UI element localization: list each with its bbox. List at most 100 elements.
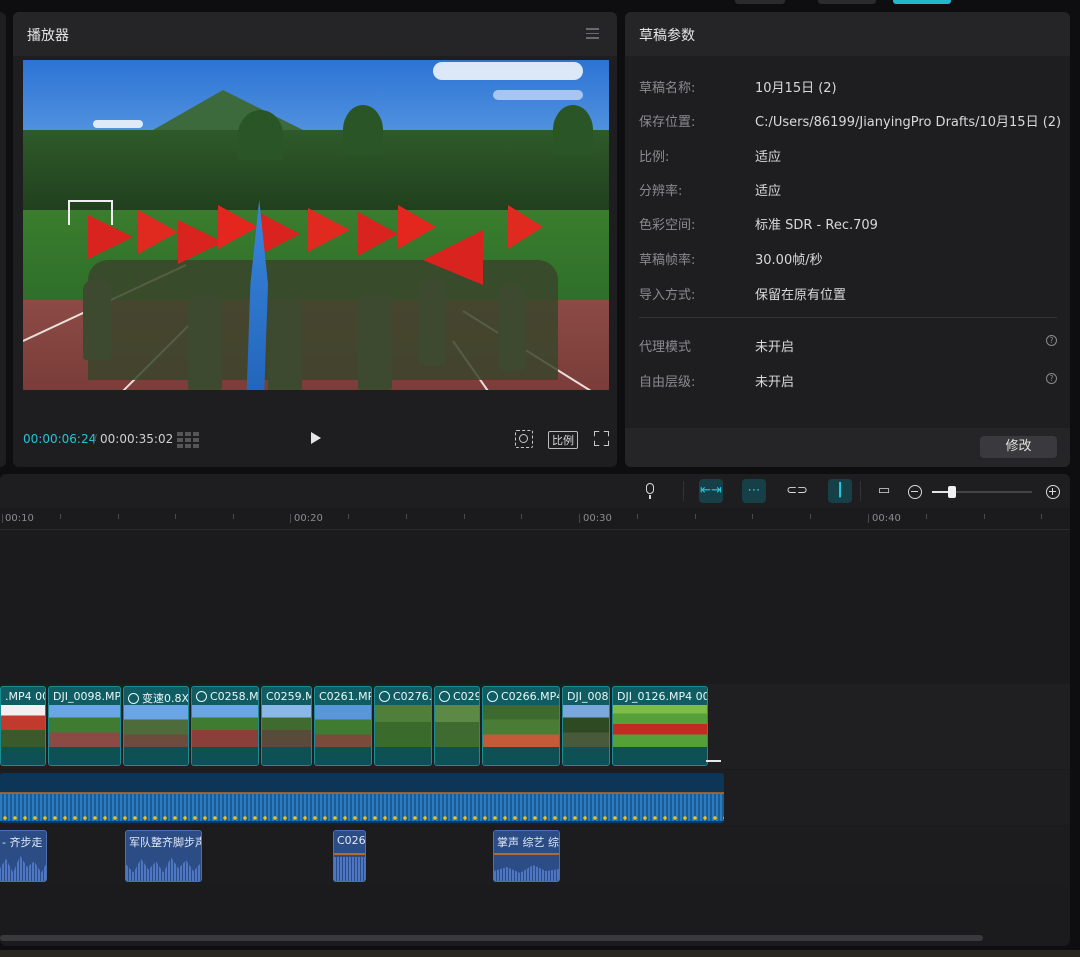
video-clip[interactable]: 变速0.8X xyxy=(123,686,189,766)
sfx-clip[interactable]: - 齐步走 xyxy=(0,830,47,882)
red-flag xyxy=(358,212,398,256)
play-icon[interactable] xyxy=(311,432,321,444)
video-preview[interactable] xyxy=(23,60,609,390)
clip-name: C0259.M xyxy=(266,690,312,703)
video-clip[interactable]: DJI_0086 xyxy=(562,686,610,766)
top-button-1[interactable] xyxy=(735,0,785,4)
current-timecode: 00:00:06:24 xyxy=(23,432,97,446)
grid-icon[interactable] xyxy=(177,432,201,448)
zoom-scan-icon[interactable] xyxy=(515,430,533,448)
divider xyxy=(639,317,1057,318)
bottom-edge xyxy=(0,950,1080,957)
ruler-tick xyxy=(810,514,811,519)
ratio-button[interactable]: 比例 xyxy=(548,431,578,449)
ruler-major-tick xyxy=(868,514,869,523)
clip-thumbnail xyxy=(483,705,559,747)
clip-name: DJI_0086 xyxy=(567,690,609,703)
video-clip-row: .MP4 00 DJI_0098.MP4 变速0.8X C0258.M C0259.M C… xyxy=(0,686,725,766)
ruler-tick xyxy=(464,514,465,519)
hamburger-icon[interactable] xyxy=(586,28,599,39)
video-cloud xyxy=(433,62,583,80)
video-clip[interactable]: C0266.MP4 xyxy=(482,686,560,766)
ruler-major-tick xyxy=(579,514,580,523)
param-value: 适应 xyxy=(755,184,782,199)
video-clip[interactable]: DJI_0126.MP4 00 xyxy=(612,686,708,766)
total-timecode: 00:00:35:02 xyxy=(100,432,174,446)
top-button-export[interactable] xyxy=(893,0,951,4)
video-clip[interactable]: DJI_0098.MP4 xyxy=(48,686,121,766)
zoom-slider[interactable] xyxy=(932,486,1032,498)
sfx-clip[interactable]: 掌声 综艺 综 xyxy=(493,830,560,882)
toolbar-divider xyxy=(860,481,861,501)
clip-footer xyxy=(124,747,188,765)
clip-label: C0266.MP4 xyxy=(487,690,559,703)
sfx-waveform xyxy=(334,857,365,881)
microphone-icon[interactable] xyxy=(638,479,662,503)
timecode-separator: / xyxy=(93,432,98,446)
ruler-major-tick xyxy=(290,514,291,523)
param-value: 标准 SDR - Rec.709 xyxy=(755,218,878,233)
video-clip[interactable]: C029 xyxy=(434,686,480,766)
zoom-out-icon[interactable] xyxy=(908,485,922,499)
help-icon[interactable]: ? xyxy=(1046,373,1057,384)
top-button-2[interactable] xyxy=(818,0,876,4)
speed-icon xyxy=(439,691,450,702)
time-ruler[interactable]: 00:10 00:20 00:30 00:40 xyxy=(0,508,1070,530)
clip-label: DJI_0086 xyxy=(567,690,609,703)
params-header: 草稿参数 xyxy=(625,12,1070,56)
red-flag xyxy=(88,215,133,259)
video-clip[interactable]: C0261.MP4 xyxy=(314,686,372,766)
timeline-panel: ⇤⇥ ⋯ ⊂⊃ ┃ ▭ 00:10 00:20 00:30 00:40 .MP4… xyxy=(0,474,1070,946)
param-label: 比例: xyxy=(639,150,670,165)
ruler-tick xyxy=(175,514,176,519)
video-clip[interactable]: C0259.M xyxy=(261,686,312,766)
media-panel-edge xyxy=(0,12,6,467)
clip-footer xyxy=(1,747,45,765)
player-panel: 播放器 00:00:06:24 / 00:00:35:02 比例 xyxy=(13,12,617,467)
clip-label: C0276. xyxy=(379,690,432,703)
param-label: 保存位置: xyxy=(639,115,696,130)
video-clip[interactable]: C0276. xyxy=(374,686,432,766)
preview-zoom-icon[interactable]: ▭ xyxy=(872,479,896,503)
audio-clip-main[interactable] xyxy=(0,773,724,823)
volume-line[interactable] xyxy=(0,792,724,794)
main-track-link-icon[interactable]: ⇤⇥ xyxy=(699,479,723,503)
beat-markers xyxy=(0,816,724,820)
volume-line xyxy=(334,853,365,855)
param-value: 30.00帧/秒 xyxy=(755,253,823,268)
clip-thumbnail xyxy=(124,705,188,747)
clip-label: DJI_0126.MP4 00 xyxy=(617,690,708,703)
param-label: 草稿名称: xyxy=(639,81,696,96)
auto-snap-icon[interactable]: ⋯ xyxy=(742,479,766,503)
modify-button[interactable]: 修改 xyxy=(980,436,1057,458)
link-icon[interactable]: ⊂⊃ xyxy=(785,479,809,503)
clip-name: C0276. xyxy=(393,690,432,703)
clip-label: 变速0.8X xyxy=(128,690,188,706)
soldier xyxy=(268,300,302,390)
sfx-label: - 齐步走 xyxy=(2,836,43,849)
clip-thumbnail xyxy=(262,705,311,747)
timeline-scrollbar[interactable] xyxy=(0,935,983,941)
param-value: 未开启 xyxy=(755,375,795,390)
sfx-clip[interactable]: 军队整齐脚步声 xyxy=(125,830,202,882)
soldier xyxy=(358,295,392,390)
clip-name: DJI_0126.MP4 00 xyxy=(617,690,708,703)
sfx-label: 军队整齐脚步声 xyxy=(129,836,202,849)
sfx-waveform xyxy=(0,855,46,881)
speed-icon xyxy=(128,693,139,704)
ruler-major-tick xyxy=(2,514,3,523)
preview-axis-icon[interactable]: ┃ xyxy=(828,479,852,503)
video-clip[interactable]: .MP4 00 xyxy=(0,686,46,766)
help-icon[interactable]: ? xyxy=(1046,335,1057,346)
ruler-tick xyxy=(752,514,753,519)
clip-label: .MP4 00 xyxy=(5,690,45,703)
video-clip[interactable]: C0258.M xyxy=(191,686,259,766)
ruler-tick xyxy=(60,514,61,519)
ruler-label: 00:30 xyxy=(583,513,612,524)
sfx-clip[interactable]: C0261 xyxy=(333,830,366,882)
fullscreen-icon[interactable] xyxy=(594,431,609,446)
zoom-in-icon[interactable] xyxy=(1046,485,1060,499)
video-tree xyxy=(238,110,283,160)
draft-params-panel: 草稿参数 草稿名称: 10月15日 (2) 保存位置: C:/Users/861… xyxy=(625,12,1070,467)
transition-arrow-icon[interactable] xyxy=(706,760,721,762)
